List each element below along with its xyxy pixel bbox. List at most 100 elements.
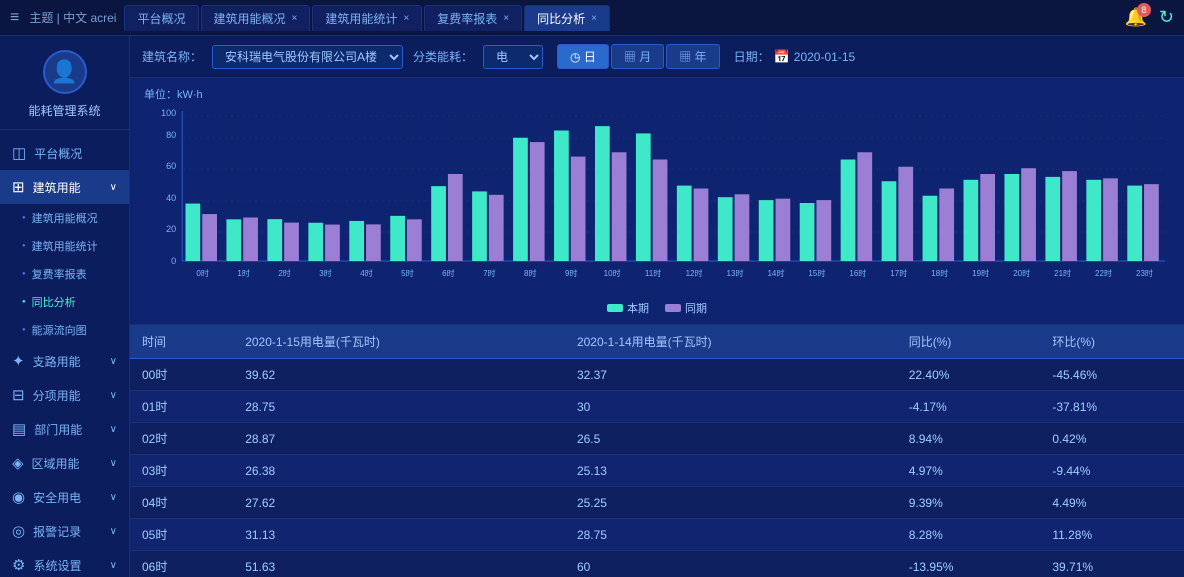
cell-prev: 32.37 (565, 359, 897, 391)
category-select[interactable]: 电 (483, 45, 543, 69)
close-tab-icon[interactable]: × (591, 13, 597, 24)
year-btn[interactable]: ▦ 年 (666, 44, 719, 69)
sub-item-1-4[interactable]: 能源流向图 (0, 316, 129, 344)
cell-yoy: 8.94% (897, 423, 1041, 455)
top-tab-同比分析[interactable]: 同比分析× (524, 5, 610, 31)
sidebar-item-4[interactable]: ▤ 部门用能 ∨ (0, 412, 129, 446)
sub-item-1-1[interactable]: 建筑用能统计 (0, 232, 129, 260)
col-curr: 2020-1-15用电量(千瓦时) (233, 325, 565, 359)
col-time: 时间 (130, 325, 233, 359)
sub-item-1-3[interactable]: 同比分析 (0, 288, 129, 316)
menu-icon[interactable]: ≡ (10, 9, 19, 27)
cell-prev: 28.75 (565, 519, 897, 551)
x-label-2: 2时 (278, 268, 291, 278)
sub-item-1-0[interactable]: 建筑用能概况 (0, 204, 129, 232)
x-label-11: 11时 (645, 268, 661, 278)
sidebar-icon-1: ⊞ (12, 178, 25, 196)
bar-current-8 (513, 138, 528, 261)
top-tab-建筑用能统计[interactable]: 建筑用能统计× (312, 5, 422, 31)
sidebar-item-1[interactable]: ⊞ 建筑用能 ∨ (0, 170, 129, 204)
sidebar-icon-4: ▤ (12, 420, 26, 438)
chevron-icon-8: ∨ (110, 560, 117, 571)
refresh-icon[interactable]: ↻ (1159, 7, 1174, 28)
x-label-5: 5时 (401, 268, 414, 278)
top-bar-tabs: 平台概况建筑用能概况×建筑用能统计×复费率报表×同比分析× (124, 5, 1124, 31)
bar-prev-19 (980, 174, 995, 261)
table-row: 01时28.7530-4.17%-37.81% (130, 391, 1184, 423)
bar-prev-5 (407, 219, 422, 261)
bell-badge: 8 (1137, 3, 1151, 17)
bar-current-5 (390, 216, 405, 261)
top-tab-复费率报表[interactable]: 复费率报表× (424, 5, 522, 31)
cell-curr: 28.87 (233, 423, 565, 455)
bar-current-1 (226, 219, 241, 261)
bar-prev-2 (284, 223, 299, 261)
top-bar-icons: 🔔 8 ↻ (1124, 7, 1174, 28)
cell-curr: 39.62 (233, 359, 565, 391)
bar-current-14 (759, 200, 774, 261)
bar-prev-4 (366, 224, 381, 261)
close-tab-icon[interactable]: × (503, 13, 509, 24)
bar-current-22 (1086, 180, 1101, 261)
top-tab-平台概况[interactable]: 平台概况 (124, 5, 198, 31)
bar-prev-21 (1062, 171, 1077, 261)
close-tab-icon[interactable]: × (292, 13, 298, 24)
system-name: 能耗管理系统 (28, 102, 100, 119)
bar-current-9 (554, 131, 569, 262)
sidebar-item-8[interactable]: ⚙ 系统设置 ∨ (0, 548, 129, 577)
close-tab-icon[interactable]: × (403, 13, 409, 24)
current-color-swatch (607, 304, 623, 312)
cell-curr: 31.13 (233, 519, 565, 551)
cell-yoy: 4.97% (897, 455, 1041, 487)
table-row: 04时27.6225.259.39%4.49% (130, 487, 1184, 519)
svg-text:80: 80 (166, 130, 176, 140)
x-label-18: 18时 (931, 268, 948, 278)
bar-current-7 (472, 191, 487, 261)
main-content: 建筑名称： 安科瑞电气股份有限公司A楼 分类能耗： 电 ◷ 日 ▦ 月 ▦ 年 … (130, 36, 1184, 577)
time-btn-group: ◷ 日 ▦ 月 ▦ 年 (557, 44, 720, 69)
x-label-17: 17时 (890, 268, 907, 278)
bar-current-13 (718, 197, 733, 261)
x-label-1: 1时 (237, 268, 250, 278)
sidebar-item-0[interactable]: ◫ 平台概况 (0, 136, 129, 170)
col-mom: 环比(%) (1040, 325, 1184, 359)
bar-current-21 (1045, 177, 1060, 261)
chevron-icon-7: ∨ (110, 526, 117, 537)
month-btn[interactable]: ▦ 月 (611, 44, 664, 69)
cell-mom: 39.71% (1040, 551, 1184, 577)
bar-current-4 (349, 221, 364, 261)
bar-current-18 (923, 196, 938, 261)
top-bar-title: 主题 | 中文 acrei (29, 9, 116, 26)
x-label-15: 15时 (808, 268, 825, 278)
sidebar-item-7[interactable]: ◎ 报警记录 ∨ (0, 514, 129, 548)
x-label-0: 0时 (196, 268, 209, 278)
bar-prev-13 (735, 194, 750, 261)
svg-text:60: 60 (166, 161, 176, 171)
x-label-10: 10时 (604, 268, 621, 278)
building-select[interactable]: 安科瑞电气股份有限公司A楼 (212, 45, 403, 69)
sidebar-label-6: 安全用电 (33, 489, 81, 506)
x-label-6: 6时 (442, 268, 455, 278)
bell-icon[interactable]: 🔔 8 (1124, 7, 1146, 28)
svg-text:40: 40 (166, 193, 176, 203)
cell-mom: 4.49% (1040, 487, 1184, 519)
table-header-row: 时间 2020-1-15用电量(千瓦时) 2020-1-14用电量(千瓦时) 同… (130, 325, 1184, 359)
sidebar-item-2[interactable]: ✦ 支路用能 ∨ (0, 344, 129, 378)
sidebar-item-6[interactable]: ◉ 安全用电 ∨ (0, 480, 129, 514)
sidebar-item-3[interactable]: ⊟ 分项用能 ∨ (0, 378, 129, 412)
chart-area: 单位：kW·h 0 20 40 60 80 100 (130, 78, 1184, 325)
date-label: 日期： 📅 2020-01-15 (734, 48, 856, 65)
bar-prev-8 (530, 142, 545, 261)
sidebar-icon-3: ⊟ (12, 386, 25, 404)
sidebar-item-5[interactable]: ◈ 区域用能 ∨ (0, 446, 129, 480)
top-tab-建筑用能概况[interactable]: 建筑用能概况× (201, 5, 311, 31)
sub-item-1-2[interactable]: 复费率报表 (0, 260, 129, 288)
cell-time: 04时 (130, 487, 233, 519)
building-label: 建筑名称： (142, 48, 202, 65)
x-label-3: 3时 (319, 268, 332, 278)
bar-current-20 (1004, 174, 1019, 261)
clock-btn[interactable]: ◷ 日 (557, 44, 609, 69)
cell-yoy: 22.40% (897, 359, 1041, 391)
cell-time: 01时 (130, 391, 233, 423)
bar-current-3 (308, 223, 323, 261)
